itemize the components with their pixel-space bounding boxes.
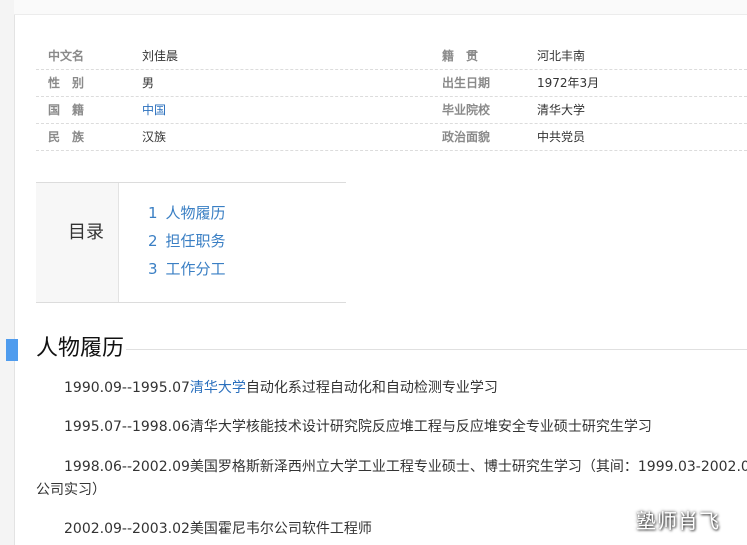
info-label: 国 籍 — [48, 103, 85, 117]
toc-item-resume[interactable]: 1 人物履历 — [148, 202, 226, 223]
para-text: 2002.09--2003.02美国霍尼韦尔公司软件工程师 — [64, 521, 372, 537]
info-label: 出生日期 — [442, 76, 491, 90]
section-accent-bar — [6, 339, 18, 361]
basic-info-table: 中文名 刘佳晨 籍 贯 河北丰南 性 别 男 出生日期 1972年3月 国 籍 … — [36, 43, 747, 151]
nationality-link[interactable]: 中国 — [142, 103, 166, 117]
page-top-strip — [14, 0, 747, 15]
info-value: 中共党员 — [537, 130, 586, 144]
info-value: 河北丰南 — [537, 49, 586, 63]
toc-item-positions[interactable]: 2 担任职务 — [148, 230, 226, 251]
para-text: 1990.09--1995.07 — [64, 380, 190, 396]
section-title: 人物履历 — [36, 336, 125, 361]
para-text: 1998.06--2002.09美国罗格斯新泽西州立大学工业工程专业硕士、博士研… — [64, 459, 747, 475]
page-left-edge — [0, 0, 15, 545]
table-of-contents: 目录 1 人物履历 2 担任职务 3 工作分工 — [36, 182, 346, 303]
toc-item-number: 1 — [148, 204, 158, 222]
resume-paragraph: 1998.06--2002.09美国罗格斯新泽西州立大学工业工程专业硕士、博士研… — [36, 456, 747, 478]
toc-side-panel: 目录 — [36, 183, 119, 302]
info-row: 国 籍 中国 毕业院校 清华大学 — [36, 97, 747, 124]
section-divider — [126, 349, 747, 350]
info-label: 政治面貌 — [442, 130, 491, 144]
info-label: 中文名 — [48, 49, 85, 63]
para-text: 自动化系过程自动化和自动检测专业学习 — [245, 380, 498, 396]
para-text: 1995.07--1998.06清华大学核能技术设计研究院反应堆工程与反应堆安全… — [64, 419, 652, 435]
info-value: 刘佳晨 — [142, 49, 179, 63]
toc-item-number: 2 — [148, 232, 158, 250]
info-label: 民 族 — [48, 130, 85, 144]
info-label: 籍 贯 — [442, 49, 479, 63]
para-text: 公司实习） — [36, 482, 106, 498]
info-row: 民 族 汉族 政治面貌 中共党员 — [36, 124, 747, 151]
info-row: 中文名 刘佳晨 籍 贯 河北丰南 — [36, 43, 747, 70]
resume-paragraph: 1995.07--1998.06清华大学核能技术设计研究院反应堆工程与反应堆安全… — [36, 416, 747, 438]
info-value: 男 — [142, 76, 155, 90]
info-value: 1972年3月 — [537, 76, 600, 90]
toc-list: 1 人物履历 2 担任职务 3 工作分工 — [119, 183, 346, 302]
info-label: 性 别 — [48, 76, 85, 90]
tsinghua-link[interactable]: 清华大学 — [190, 380, 246, 396]
toc-item-work-division[interactable]: 3 工作分工 — [148, 258, 226, 279]
info-label: 毕业院校 — [442, 103, 491, 117]
info-value: 汉族 — [142, 130, 167, 144]
resume-paragraph-continuation: 公司实习） — [36, 479, 747, 501]
info-row: 性 别 男 出生日期 1972年3月 — [36, 70, 747, 97]
toc-title: 目录 — [68, 222, 104, 243]
resume-paragraph: 1990.09--1995.07清华大学自动化系过程自动化和自动检测专业学习 — [36, 377, 747, 399]
watermark: 塾师肖飞 — [636, 509, 720, 533]
toc-item-label: 人物履历 — [165, 204, 226, 222]
info-value: 清华大学 — [537, 103, 586, 117]
toc-item-label: 工作分工 — [165, 260, 226, 278]
toc-item-number: 3 — [148, 260, 158, 278]
toc-item-label: 担任职务 — [165, 232, 226, 250]
